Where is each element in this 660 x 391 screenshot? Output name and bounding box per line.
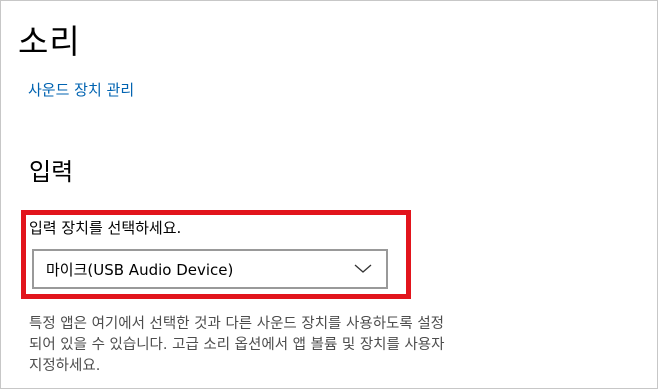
input-section-heading: 입력 — [29, 158, 74, 186]
chevron-down-icon — [354, 264, 372, 273]
settings-panel: 소리 사운드 장치 관리 입력 입력 장치를 선택하세요. 마이크(USB Au… — [0, 0, 658, 389]
selected-device-value: 마이크(USB Audio Device) — [46, 261, 234, 279]
input-help-text: 특정 앱은 여기에서 선택한 것과 다른 사운드 장치를 사용하도록 설정 되어… — [29, 314, 609, 377]
page-title: 소리 — [18, 22, 81, 61]
help-text-line: 특정 앱은 여기에서 선택한 것과 다른 사운드 장치를 사용하도록 설정 — [29, 316, 444, 332]
help-text-line: 지정하세요. — [29, 358, 101, 374]
input-device-label: 입력 장치를 선택하세요. — [29, 219, 182, 237]
manage-sound-devices-link[interactable]: 사운드 장치 관리 — [28, 79, 134, 100]
input-device-dropdown[interactable]: 마이크(USB Audio Device) — [32, 249, 388, 289]
help-text-line: 되어 있을 수 있습니다. 고급 소리 옵션에서 앱 볼륨 및 장치를 사용자 — [29, 337, 445, 353]
